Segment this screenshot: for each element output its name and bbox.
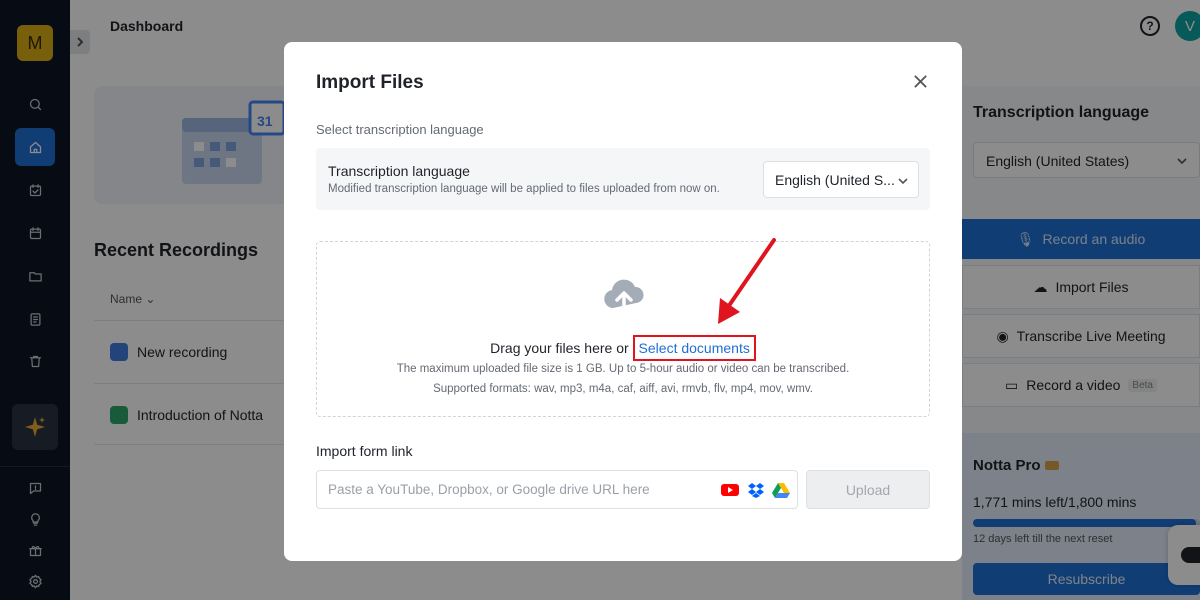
language-hint: Modified transcription language will be …: [328, 183, 720, 195]
annotation-arrow: [718, 238, 776, 324]
close-button[interactable]: [910, 71, 930, 91]
url-input[interactable]: [317, 471, 712, 508]
upload-button[interactable]: Upload: [806, 470, 930, 509]
import-link-label: Import form link: [316, 443, 413, 459]
file-drop-zone[interactable]: Drag your files here or Select documents…: [316, 241, 930, 417]
import-files-dialog: Import Files Select transcription langua…: [284, 42, 962, 561]
language-label: Transcription language: [328, 163, 470, 179]
transcription-language-box: Transcription language Modified transcri…: [316, 148, 930, 210]
google-drive-icon: [772, 483, 790, 498]
drop-text: Drag your files here or: [490, 340, 629, 356]
drop-instruction: Drag your files here or Select documents: [317, 335, 929, 361]
file-size-note: The maximum uploaded file size is 1 GB. …: [396, 363, 850, 375]
dialog-title: Import Files: [316, 72, 424, 93]
cloud-upload-icon: [604, 279, 644, 314]
dropbox-icon: [748, 483, 764, 498]
url-input-box: [316, 470, 798, 509]
language-dropdown[interactable]: English (United S...: [763, 161, 919, 198]
supported-formats-note: Supported formats: wav, mp3, m4a, caf, a…: [433, 383, 813, 395]
close-icon: [913, 74, 927, 88]
language-section-label: Select transcription language: [316, 122, 484, 137]
upload-label: Upload: [845, 481, 891, 498]
youtube-icon: [721, 484, 739, 496]
language-dropdown-value: English (United S...: [775, 172, 895, 188]
chevron-down-icon: [898, 173, 908, 189]
select-documents-link[interactable]: Select documents: [632, 335, 756, 361]
